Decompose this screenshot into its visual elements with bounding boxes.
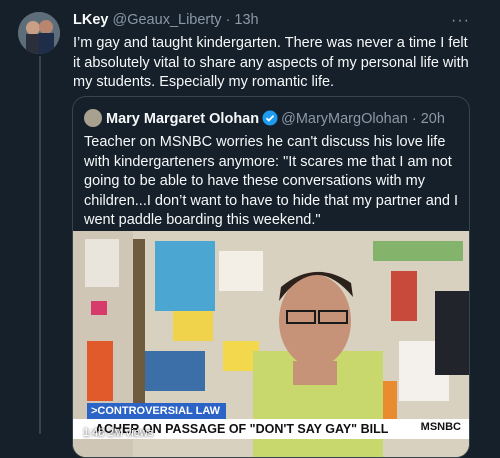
quoted-tweet[interactable]: Mary Margaret Olohan @MaryMargOlohan · 20… [72, 96, 470, 458]
quote-header: Mary Margaret Olohan @MaryMargOlohan · 20… [84, 109, 445, 127]
quote-text: Teacher on MSNBC worries he can't discus… [84, 134, 458, 228]
thread-line [39, 56, 41, 434]
tweet-text: I’m gay and taught kindergarten. There w… [73, 35, 469, 90]
author-avatar[interactable] [18, 12, 60, 54]
tweet[interactable]: LKey @Geaux_Liberty · 13h ··· I’m gay an… [0, 0, 500, 458]
network-logo: MSNBC [420, 421, 461, 433]
tweet-header: LKey @Geaux_Liberty · 13h [73, 12, 259, 28]
tweet-time[interactable]: 13h [234, 12, 258, 28]
more-options-icon[interactable]: ··· [451, 12, 470, 30]
video-player[interactable]: >CONTROVERSIAL LAW ACHER ON PASSAGE OF "… [73, 231, 469, 457]
quote-time[interactable]: 20h [421, 111, 445, 127]
quote-author-handle[interactable]: @MaryMargOlohan [281, 111, 408, 127]
quote-author-avatar[interactable] [84, 109, 102, 127]
quote-author-name[interactable]: Mary Margaret Olohan [106, 111, 259, 127]
video-stats: 1:48 2M views [83, 427, 154, 439]
verified-badge-icon [262, 110, 278, 126]
author-name[interactable]: LKey [73, 12, 108, 28]
author-handle[interactable]: @Geaux_Liberty [113, 12, 222, 28]
news-banner: >CONTROVERSIAL LAW [87, 403, 227, 419]
